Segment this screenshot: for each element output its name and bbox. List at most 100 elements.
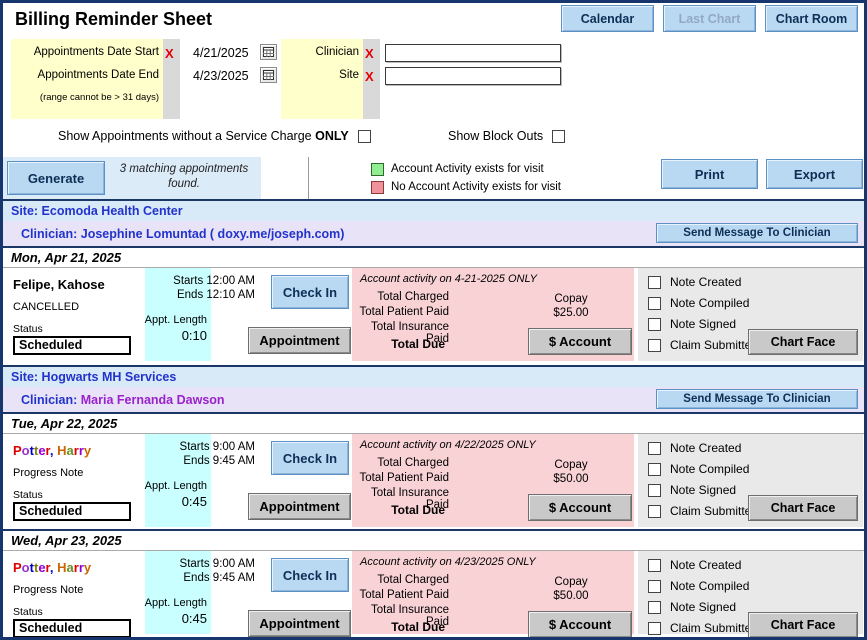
no-account-activity-swatch (371, 181, 384, 194)
total-charged-label: Total Charged (352, 574, 449, 586)
status-label: Status (13, 489, 141, 501)
status-select[interactable]: Scheduled (13, 336, 131, 355)
chart-face-button[interactable]: Chart Face (748, 329, 858, 355)
appointment-type: Progress Note (13, 467, 141, 479)
status-select[interactable]: Scheduled (13, 502, 131, 521)
date-start-value[interactable]: 4/21/2025 (193, 46, 249, 60)
chart-room-button[interactable]: Chart Room (765, 5, 858, 32)
check-in-button[interactable]: Check In (271, 558, 349, 592)
starts-time: Starts 12:00 AM (133, 275, 255, 287)
date-end-calendar-icon[interactable] (260, 67, 277, 83)
clinician-required-mark: X (365, 46, 374, 61)
account-button[interactable]: $ Account (528, 494, 632, 521)
claim-submitted-checkbox[interactable] (648, 505, 661, 518)
account-activity-title: Account activity on 4/22/2025 ONLY (360, 439, 536, 451)
service-charge-checkbox[interactable] (358, 130, 371, 143)
no-account-activity-legend-label: No Account Activity exists for visit (391, 181, 561, 193)
clinician-name: Clinician: Josephine Lomuntad ( doxy.me/… (21, 227, 344, 241)
note-compiled-checkbox[interactable] (648, 297, 661, 310)
claim-submitted-label: Claim Submitted (670, 504, 758, 518)
note-created-checkbox[interactable] (648, 276, 661, 289)
range-note: (range cannot be > 31 days) (11, 92, 159, 103)
note-compiled-checkbox[interactable] (648, 580, 661, 593)
chart-face-button[interactable]: Chart Face (748, 612, 858, 638)
send-message-button[interactable]: Send Message To Clinician (656, 223, 858, 243)
note-created-checkbox[interactable] (648, 559, 661, 572)
clinician-name: Clinician: Maria Fernanda Dawson (21, 393, 225, 407)
send-message-button[interactable]: Send Message To Clinician (656, 389, 858, 409)
print-button[interactable]: Print (661, 159, 758, 189)
check-in-button[interactable]: Check In (271, 275, 349, 309)
generate-button[interactable]: Generate (7, 161, 105, 195)
total-patient-paid-label: Total Patient Paid (352, 306, 449, 318)
appointment-button[interactable]: Appointment (248, 327, 351, 354)
chart-face-button[interactable]: Chart Face (748, 495, 858, 521)
copay-label: Copay (530, 293, 612, 305)
legend-divider (308, 157, 309, 199)
clinician-header: Clinician: Maria Fernanda Dawson Send Me… (3, 387, 864, 412)
date-start-required-mark: X (165, 46, 174, 61)
note-created-label: Note Created (670, 441, 741, 455)
ends-time: Ends 9:45 AM (133, 455, 255, 467)
note-signed-label: Note Signed (670, 483, 736, 497)
appt-length-value: 0:45 (133, 611, 207, 626)
note-signed-checkbox[interactable] (648, 318, 661, 331)
date-header: Tue, Apr 22, 2025 (3, 412, 864, 434)
ends-time: Ends 12:10 AM (133, 289, 255, 301)
export-button[interactable]: Export (766, 159, 863, 189)
claim-submitted-checkbox[interactable] (648, 339, 661, 352)
note-created-checkbox[interactable] (648, 442, 661, 455)
patient-column: Felipe, Kahose CANCELLED Status Schedule… (13, 277, 141, 355)
note-signed-checkbox[interactable] (648, 601, 661, 614)
claim-submitted-checkbox[interactable] (648, 622, 661, 635)
date-end-value[interactable]: 4/23/2025 (193, 69, 249, 83)
appointment-button[interactable]: Appointment (248, 610, 351, 637)
calendar-button[interactable]: Calendar (561, 5, 654, 32)
account-activity-panel: Account activity on 4/23/2025 ONLY Total… (352, 551, 634, 634)
site-input[interactable] (385, 67, 561, 85)
status-label: Status (13, 606, 141, 618)
copay-value: $50.00 (530, 473, 612, 485)
date-text: Mon, Apr 21, 2025 (11, 250, 121, 265)
site-header: Site: Hogwarts MH Services (3, 365, 864, 387)
appt-length-label: Appt. Length (133, 597, 207, 609)
account-button[interactable]: $ Account (528, 328, 632, 355)
note-compiled-label: Note Compiled (670, 462, 749, 476)
last-chart-button[interactable]: Last Chart (663, 5, 756, 32)
actions-row: Generate 3 matching appointmentsfound. A… (3, 157, 864, 199)
appointment-row: Felipe, Kahose CANCELLED Status Schedule… (3, 268, 864, 365)
note-compiled-label: Note Compiled (670, 296, 749, 310)
check-in-button[interactable]: Check In (271, 441, 349, 475)
patient-name: Potter, Harry (13, 560, 141, 575)
total-charged-label: Total Charged (352, 291, 449, 303)
copay-value: $25.00 (530, 307, 612, 319)
date-text: Tue, Apr 22, 2025 (11, 416, 117, 431)
account-button[interactable]: $ Account (528, 611, 632, 638)
status-select[interactable]: Scheduled (13, 619, 131, 638)
note-signed-checkbox[interactable] (648, 484, 661, 497)
total-due-label: Total Due (352, 620, 445, 634)
match-count-text: 3 matching appointmentsfound. (109, 162, 259, 192)
block-outs-checkbox[interactable] (552, 130, 565, 143)
appointment-button[interactable]: Appointment (248, 493, 351, 520)
appt-length-value: 0:45 (133, 494, 207, 509)
total-due-label: Total Due (352, 503, 445, 517)
status-label: Status (13, 323, 141, 335)
clinician-input[interactable] (385, 44, 561, 62)
appointment-type: Progress Note (13, 584, 141, 596)
date-start-calendar-icon[interactable] (260, 44, 277, 60)
note-compiled-checkbox[interactable] (648, 463, 661, 476)
patient-column: Potter, Harry Progress Note Status Sched… (13, 560, 141, 638)
claim-submitted-label: Claim Submitted (670, 338, 758, 352)
copay-label: Copay (530, 459, 612, 471)
clinician-header: Clinician: Josephine Lomuntad ( doxy.me/… (3, 221, 864, 246)
patient-name: Felipe, Kahose (13, 277, 141, 292)
block-outs-option: Show Block Outs (448, 129, 565, 143)
notes-panel: Note Created Note Compiled Note Signed C… (638, 551, 863, 634)
account-activity-title: Account activity on 4-21-2025 ONLY (360, 273, 537, 285)
site-name: Site: Hogwarts MH Services (11, 370, 176, 384)
options-row: Show Appointments without a Service Char… (3, 129, 864, 145)
account-activity-panel: Account activity on 4-21-2025 ONLY Total… (352, 268, 634, 361)
note-created-label: Note Created (670, 275, 741, 289)
claim-submitted-label: Claim Submitted (670, 621, 758, 635)
